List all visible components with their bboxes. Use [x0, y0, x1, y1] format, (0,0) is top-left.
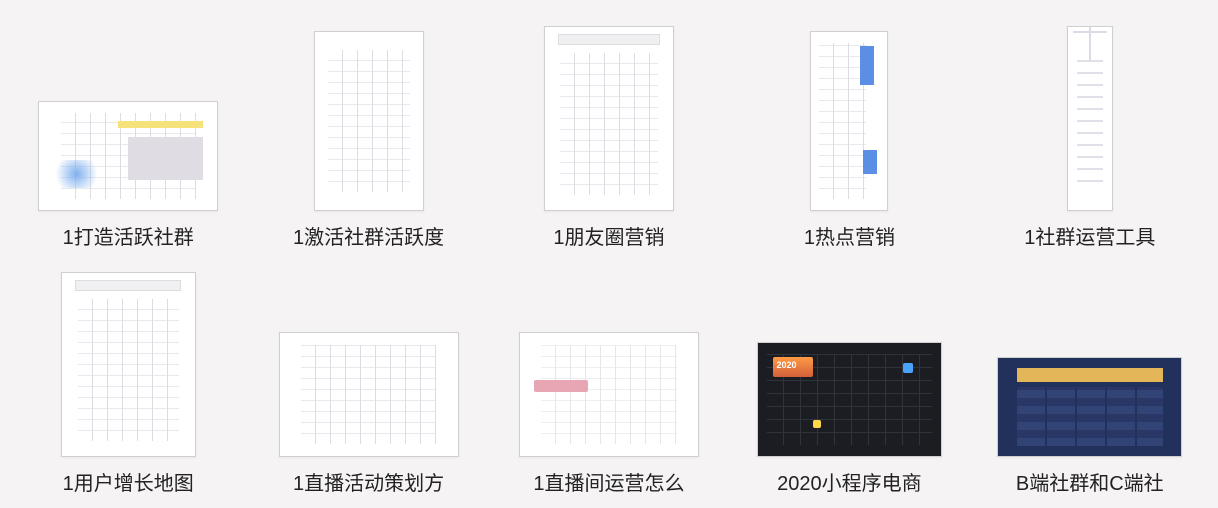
file-label: 1直播活动策划方: [293, 467, 444, 496]
file-item[interactable]: 2020小程序电商: [741, 256, 957, 502]
file-label: 2020小程序电商: [777, 467, 922, 496]
thumbnail-wrap: [26, 16, 230, 211]
thumbnail-wrap: [507, 262, 711, 457]
thumbnail-wrap: [26, 262, 230, 457]
file-label: 1激活社群活跃度: [293, 221, 444, 250]
file-item[interactable]: 1直播活动策划方: [260, 256, 476, 502]
thumbnail: [1067, 26, 1113, 211]
thumbnail: [519, 332, 699, 457]
file-label: 1打造活跃社群: [63, 221, 194, 250]
thumbnail: [997, 357, 1182, 457]
thumbnail-wrap: [266, 262, 470, 457]
thumbnail: [61, 272, 196, 457]
thumbnail: [544, 26, 674, 211]
thumbnail: [314, 31, 424, 211]
file-item[interactable]: 1社群运营工具: [982, 10, 1198, 256]
thumbnail-wrap: [988, 262, 1192, 457]
file-label: 1社群运营工具: [1024, 221, 1155, 250]
file-grid: 1打造活跃社群 1激活社群活跃度 1朋友圈营销 1热点营销: [20, 10, 1198, 502]
thumbnail: [38, 101, 218, 211]
file-item[interactable]: 1热点营销: [741, 10, 957, 256]
thumbnail-wrap: [747, 16, 951, 211]
thumbnail-wrap: [747, 262, 951, 457]
file-item[interactable]: 1用户增长地图: [20, 256, 236, 502]
file-item[interactable]: B端社群和C端社: [982, 256, 1198, 502]
thumbnail: [810, 31, 888, 211]
thumbnail-wrap: [507, 16, 711, 211]
thumbnail: [279, 332, 459, 457]
file-label: 1用户增长地图: [63, 467, 194, 496]
thumbnail-wrap: [266, 16, 470, 211]
thumbnail: [757, 342, 942, 457]
thumbnail-wrap: [988, 16, 1192, 211]
file-item[interactable]: 1直播间运营怎么: [501, 256, 717, 502]
file-item[interactable]: 1激活社群活跃度: [260, 10, 476, 256]
file-item[interactable]: 1朋友圈营销: [501, 10, 717, 256]
file-label: 1直播间运营怎么: [533, 467, 684, 496]
file-label: 1热点营销: [804, 221, 895, 250]
file-label: B端社群和C端社: [1016, 467, 1164, 496]
file-item[interactable]: 1打造活跃社群: [20, 10, 236, 256]
file-label: 1朋友圈营销: [553, 221, 664, 250]
